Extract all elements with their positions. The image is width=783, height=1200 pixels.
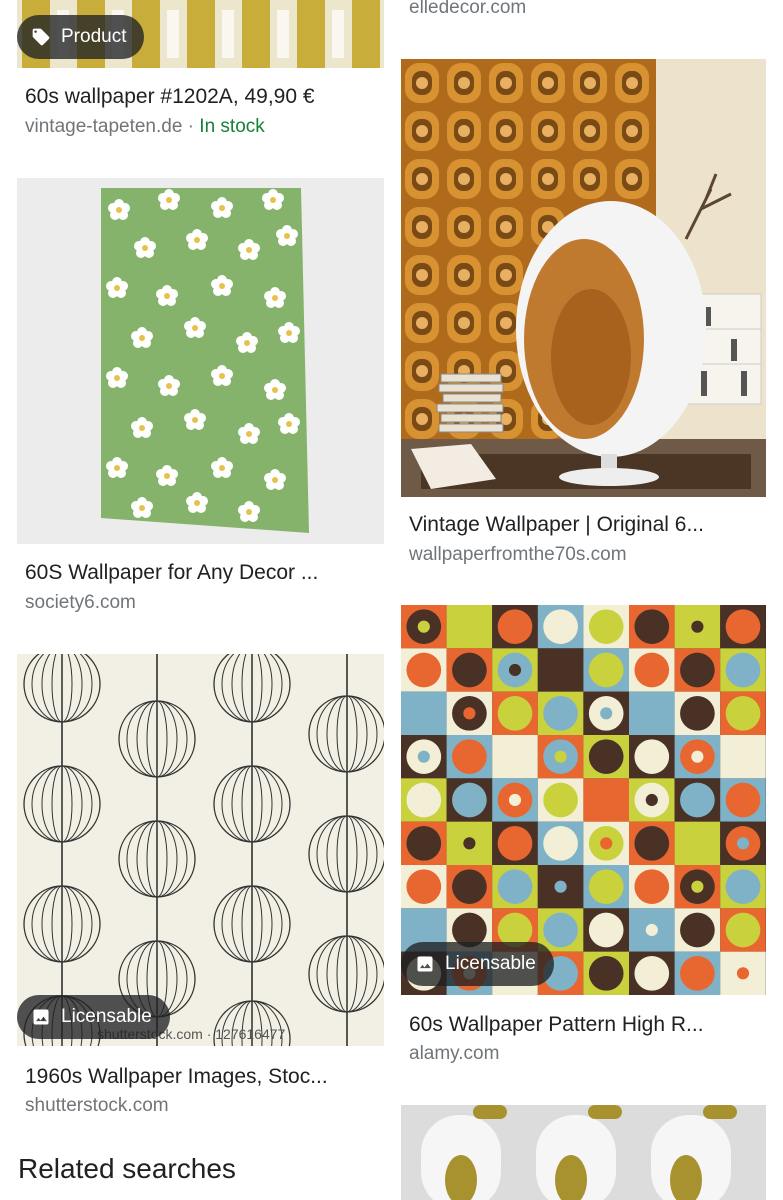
result-title[interactable]: 1960s Wallpaper Images, Stoc...: [25, 1064, 375, 1090]
tag-icon: [32, 28, 50, 46]
stock-status: In stock: [199, 116, 265, 137]
result-image-next[interactable]: [401, 1105, 766, 1200]
result-source[interactable]: vintage-tapeten.de · In stock: [25, 115, 265, 139]
licensable-badge: Licensable: [401, 942, 554, 986]
grey-ovals-pattern: [401, 1105, 766, 1200]
result-source[interactable]: shutterstock.com: [25, 1094, 169, 1118]
retro-circle-grid-pattern: [401, 605, 766, 995]
result-source[interactable]: wallpaperfromthe70s.com: [409, 543, 627, 567]
licensable-badge: Licensable: [17, 995, 170, 1039]
egg-chair-interior-photo: [401, 59, 766, 497]
result-image-society6[interactable]: [17, 178, 384, 544]
result-title[interactable]: 60s wallpaper #1202A, 49,90 €: [25, 84, 375, 110]
result-title[interactable]: 60s Wallpaper Pattern High R...: [409, 1012, 759, 1038]
badge-label: Licensable: [61, 1006, 152, 1027]
green-floral-wallpaper: [17, 178, 384, 544]
result-image-shutterstock[interactable]: shutterstock.com · 127616477: [17, 654, 384, 1046]
related-searches-heading: Related searches: [18, 1153, 236, 1184]
result-source[interactable]: elledecor.com: [409, 0, 526, 20]
result-image-alamy[interactable]: [401, 605, 766, 995]
image-icon: [417, 956, 433, 972]
sphere-line-pattern: [17, 654, 384, 1046]
product-badge: Product: [17, 15, 145, 59]
result-source[interactable]: society6.com: [25, 591, 136, 615]
badge-label: Product: [61, 26, 127, 47]
result-title[interactable]: Vintage Wallpaper | Original 6...: [409, 512, 759, 538]
source-domain: vintage-tapeten.de: [25, 116, 183, 137]
image-icon: [33, 1009, 49, 1025]
result-title[interactable]: 60S Wallpaper for Any Decor ...: [25, 560, 375, 586]
badge-label: Licensable: [445, 953, 536, 974]
result-source[interactable]: alamy.com: [409, 1042, 499, 1066]
result-image-wallpaperfromthe70s[interactable]: [401, 59, 766, 497]
source-separator: ·: [182, 116, 200, 137]
